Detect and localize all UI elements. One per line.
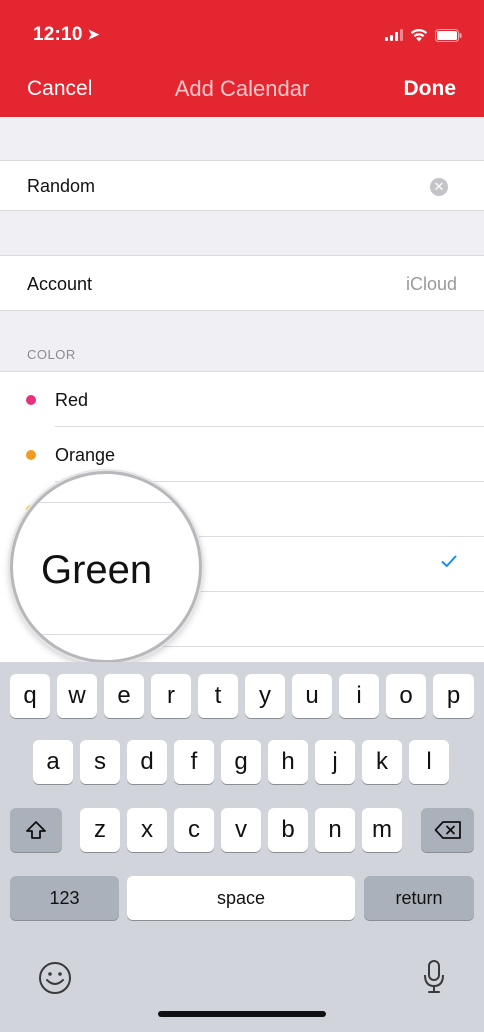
key-i[interactable]: i bbox=[339, 674, 379, 718]
key-d[interactable]: d bbox=[127, 740, 167, 784]
emoji-icon[interactable] bbox=[38, 961, 72, 1000]
account-label: Account bbox=[27, 274, 93, 294]
magnifier-text: Green bbox=[41, 548, 153, 592]
shift-icon bbox=[26, 821, 46, 839]
key-q[interactable]: q bbox=[10, 674, 50, 718]
calendar-name-value: Random bbox=[27, 176, 96, 196]
shift-key[interactable] bbox=[10, 808, 62, 852]
color-option-label: Orange bbox=[55, 445, 116, 465]
key-z[interactable]: z bbox=[80, 808, 120, 852]
numbers-key[interactable]: 123 bbox=[10, 876, 119, 920]
key-a[interactable]: a bbox=[33, 740, 73, 784]
status-icons bbox=[385, 28, 462, 42]
key-n[interactable]: n bbox=[315, 808, 355, 852]
key-x[interactable]: x bbox=[127, 808, 167, 852]
account-value: iCloud bbox=[405, 274, 457, 294]
key-v[interactable]: v bbox=[221, 808, 261, 852]
color-dot bbox=[26, 450, 36, 460]
add-calendar-screen: 12:10 ➤ Cancel Add Calendar Done Random ✕… bbox=[0, 0, 484, 1032]
magnifier-callout: Green bbox=[10, 471, 202, 663]
status-time: 12:10 ➤ bbox=[33, 24, 100, 46]
header: 12:10 ➤ Cancel Add Calendar Done bbox=[0, 0, 484, 117]
home-indicator bbox=[158, 1011, 326, 1017]
status-time-text: 12:10 bbox=[33, 24, 83, 45]
key-p[interactable]: p bbox=[433, 674, 474, 718]
key-o[interactable]: o bbox=[386, 674, 426, 718]
key-y[interactable]: y bbox=[245, 674, 285, 718]
key-f[interactable]: f bbox=[174, 740, 214, 784]
key-g[interactable]: g bbox=[221, 740, 261, 784]
key-b[interactable]: b bbox=[268, 808, 308, 852]
color-section-label: COLOR bbox=[27, 347, 76, 362]
clear-icon[interactable]: ✕ bbox=[430, 178, 448, 196]
key-j[interactable]: j bbox=[315, 740, 355, 784]
microphone-icon[interactable] bbox=[423, 959, 445, 1000]
key-m[interactable]: m bbox=[362, 808, 402, 852]
battery-icon bbox=[435, 28, 462, 42]
wifi-icon bbox=[410, 28, 428, 42]
return-key[interactable]: return bbox=[364, 876, 474, 920]
key-h[interactable]: h bbox=[268, 740, 308, 784]
calendar-name-field[interactable]: Random ✕ bbox=[0, 160, 484, 211]
keyboard: q w e r t y u i o p a s d f g h j k l z … bbox=[0, 662, 484, 1032]
key-k[interactable]: k bbox=[362, 740, 402, 784]
location-arrow-icon: ➤ bbox=[87, 26, 100, 42]
key-u[interactable]: u bbox=[292, 674, 332, 718]
color-option-orange[interactable]: Orange bbox=[0, 427, 484, 482]
color-option-red[interactable]: Red bbox=[0, 372, 484, 427]
key-t[interactable]: t bbox=[198, 674, 238, 718]
done-button[interactable]: Done bbox=[404, 77, 457, 101]
color-dot bbox=[26, 395, 36, 405]
key-r[interactable]: r bbox=[151, 674, 191, 718]
signal-icon bbox=[385, 29, 403, 41]
space-key[interactable]: space bbox=[127, 876, 355, 920]
key-s[interactable]: s bbox=[80, 740, 120, 784]
delete-icon bbox=[434, 821, 461, 839]
checkmark-icon bbox=[441, 555, 457, 573]
account-row[interactable]: Account iCloud bbox=[0, 255, 484, 311]
color-option-label: Red bbox=[55, 390, 89, 410]
key-l[interactable]: l bbox=[409, 740, 449, 784]
key-e[interactable]: e bbox=[104, 674, 144, 718]
key-c[interactable]: c bbox=[174, 808, 214, 852]
key-w[interactable]: w bbox=[57, 674, 97, 718]
delete-key[interactable] bbox=[421, 808, 474, 852]
